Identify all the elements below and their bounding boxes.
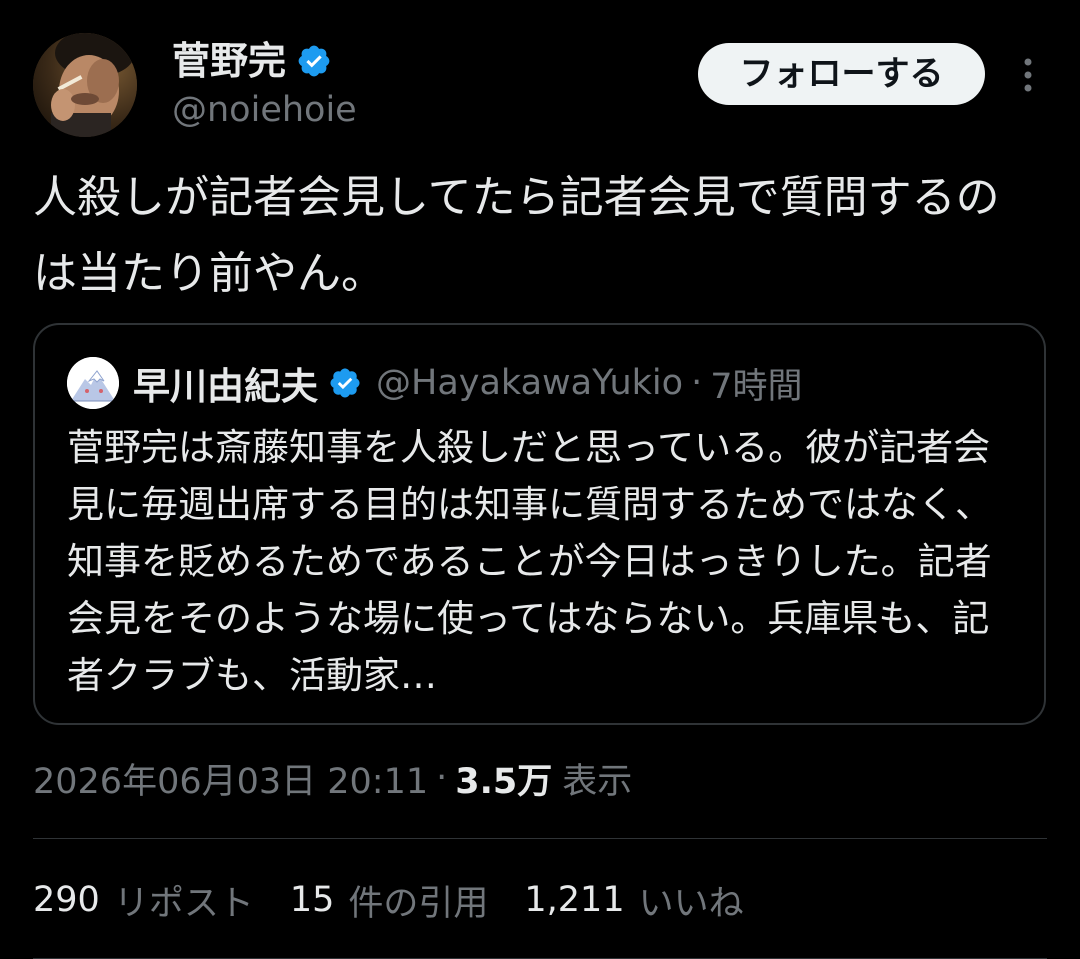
engagement-stats: 290 リポスト 15 件の引用 1,211 いいね	[33, 872, 780, 928]
more-options-button[interactable]	[1008, 54, 1048, 98]
reposts-label: リポスト	[113, 883, 254, 924]
verified-badge-icon	[298, 45, 330, 77]
tweet-timestamp[interactable]: 2026年06月03日 20:11	[33, 753, 428, 804]
avatar-photo-image	[33, 33, 137, 137]
author-avatar[interactable]	[33, 33, 137, 137]
author-name-row: 菅野完	[172, 36, 332, 86]
tweet-header: 菅野完 @noiehoie フォローする	[0, 0, 1080, 150]
author-name[interactable]: 菅野完	[172, 36, 286, 86]
reposts-stat[interactable]: 290 リポスト	[33, 875, 254, 926]
follow-button[interactable]: フォローする	[698, 43, 985, 105]
author-handle[interactable]: @noiehoie	[172, 88, 357, 132]
quote-author-handle: @HayakawaYukio	[376, 363, 684, 403]
quoted-tweet-card[interactable]: 早川由紀夫 @HayakawaYukio · 7時間 菅野完は斎藤知事を人殺しだ…	[33, 323, 1046, 725]
reposts-count: 290	[33, 880, 100, 920]
views-count: 3.5万	[455, 761, 553, 802]
views-label: 表示	[562, 761, 633, 802]
meta-separator: ·	[436, 758, 448, 798]
verified-badge-icon	[330, 368, 360, 398]
quote-text: 菅野完は斎藤知事を人殺しだと思っている。彼が記者会見に毎週出席する目的は知事に質…	[67, 426, 992, 697]
quotes-stat[interactable]: 15 件の引用	[290, 875, 489, 926]
likes-stat[interactable]: 1,211 いいね	[524, 875, 743, 926]
likes-label: いいね	[638, 883, 744, 924]
tweet-meta: 2026年06月03日 20:11 · 3.5万 表示	[33, 750, 632, 806]
quotes-label: 件の引用	[348, 883, 489, 924]
quote-author-avatar	[67, 357, 119, 409]
divider	[33, 838, 1047, 839]
likes-count: 1,211	[524, 880, 625, 920]
tweet-text: 人殺しが記者会見してたら記者会見で質問するのは当たり前やん。	[33, 172, 1000, 299]
more-vertical-icon	[1024, 58, 1032, 92]
quote-header: 早川由紀夫 @HayakawaYukio · 7時間	[67, 355, 802, 411]
quote-separator: ·	[691, 363, 703, 403]
quotes-count: 15	[289, 880, 335, 920]
quote-timestamp: 7時間	[710, 366, 803, 407]
quote-author-name: 早川由紀夫	[133, 365, 318, 408]
mountain-avatar-icon	[67, 357, 119, 409]
